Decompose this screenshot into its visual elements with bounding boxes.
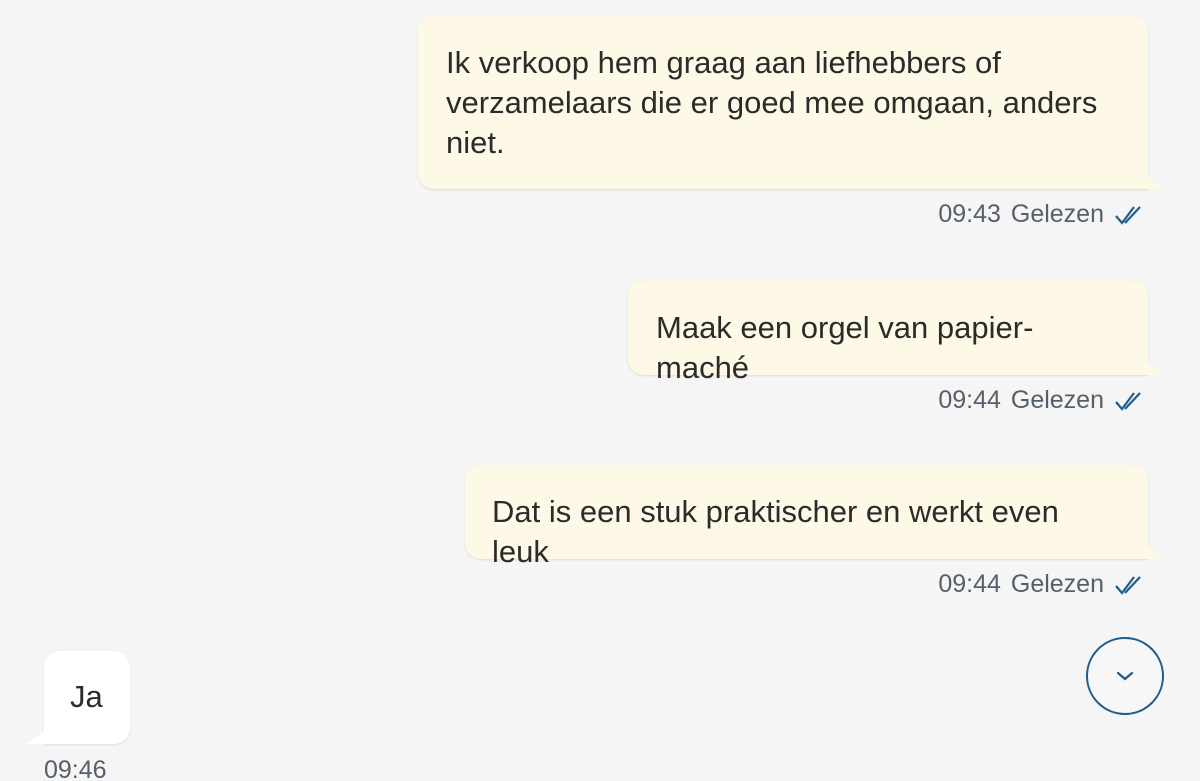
message-meta: 09:44 Gelezen	[938, 570, 1144, 599]
message-time: 09:43	[938, 200, 1001, 228]
outgoing-message[interactable]: Dat is een stuk praktischer en werkt eve…	[465, 465, 1166, 569]
outgoing-message[interactable]: Ik verkoop hem graag aan liefhebbers of …	[418, 15, 1166, 189]
message-time: 09:46	[44, 756, 107, 781]
outgoing-message[interactable]: Maak een orgel van papier-maché	[628, 281, 1166, 385]
double-check-icon	[1115, 205, 1141, 225]
chevron-down-icon	[1116, 671, 1134, 681]
scroll-to-bottom-button[interactable]	[1086, 637, 1164, 715]
message-meta: 09:43 Gelezen	[938, 200, 1144, 229]
read-status: Gelezen	[1010, 386, 1104, 414]
double-check-icon	[1115, 575, 1141, 595]
message-meta: 09:44 Gelezen	[938, 386, 1144, 415]
message-text: Ja	[70, 679, 103, 714]
incoming-message[interactable]: Ja	[26, 651, 130, 744]
chat-area: Ik verkoop hem graag aan liefhebbers of …	[0, 0, 1200, 781]
message-time: 09:44	[938, 386, 1001, 414]
message-text: Dat is een stuk praktischer en werkt eve…	[492, 494, 1059, 569]
read-status: Gelezen	[1010, 570, 1104, 598]
read-status: Gelezen	[1010, 200, 1104, 228]
message-time: 09:44	[938, 570, 1001, 598]
message-text: Maak een orgel van papier-maché	[656, 310, 1034, 385]
message-text: Ik verkoop hem graag aan liefhebbers of …	[446, 45, 1098, 160]
double-check-icon	[1115, 391, 1141, 411]
